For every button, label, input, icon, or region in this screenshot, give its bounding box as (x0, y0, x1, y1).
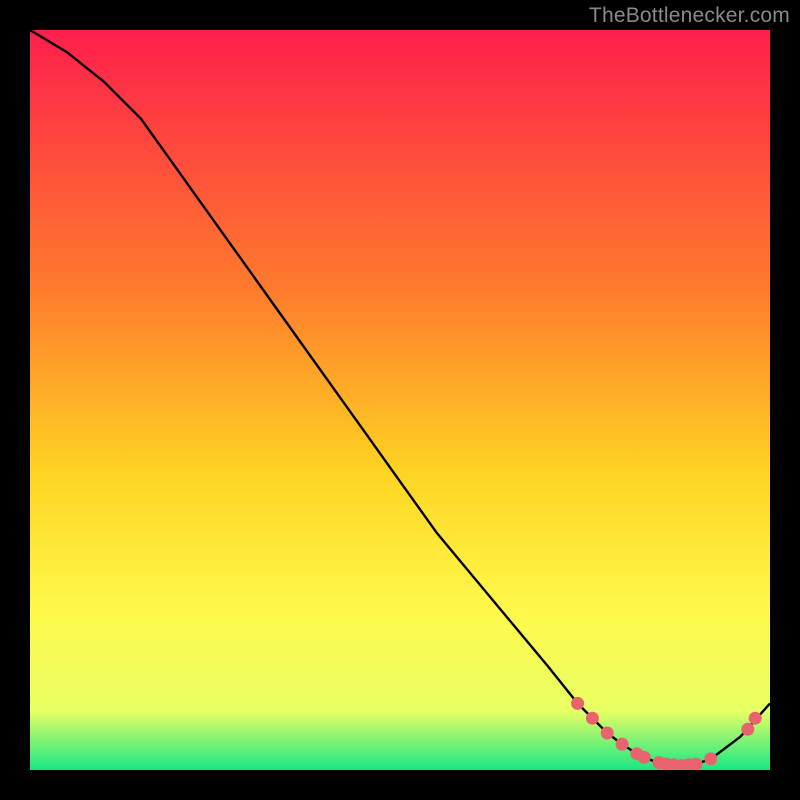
data-marker (586, 712, 599, 725)
chart-stage: TheBottlenecker.com (0, 0, 800, 800)
gradient-background (30, 30, 770, 770)
data-marker (690, 758, 703, 770)
data-marker (741, 723, 754, 736)
chart-svg (30, 30, 770, 770)
attribution-label: TheBottlenecker.com (589, 4, 790, 28)
data-marker (601, 727, 614, 740)
data-marker (638, 751, 651, 764)
data-marker (571, 697, 584, 710)
data-marker (749, 712, 762, 725)
data-marker (616, 738, 629, 751)
data-marker (704, 752, 717, 765)
plot-area (30, 30, 770, 770)
